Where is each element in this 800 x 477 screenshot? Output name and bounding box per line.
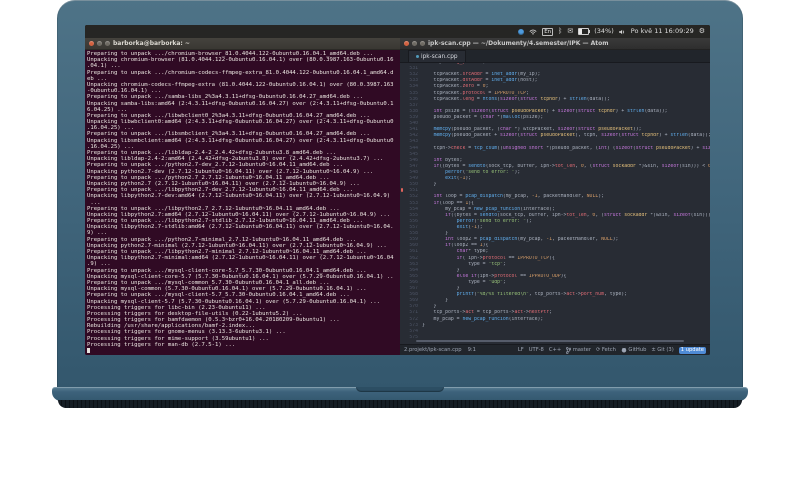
terminal-titlebar[interactable]: barborka@barborka: ~ — [85, 38, 400, 50]
panel-clock[interactable]: Po kvě 11 16:09:29 — [631, 25, 694, 38]
status-bar: 2.projekt/ipk-scan.cpp 9:1 LF UTF-8 C++ — [400, 344, 710, 355]
terminal-line: Unpacking python2.7-dev (2.7.12-1ubuntu0… — [87, 168, 374, 175]
terminal-line: Unpacking samba-libs:amd64 (2:4.3.11+dfs… — [87, 100, 394, 107]
volume-icon[interactable] — [618, 29, 626, 35]
sync-icon: ⟳ — [595, 347, 601, 353]
cpp-file-icon — [416, 55, 419, 58]
status-file-path[interactable]: 2.projekt/ipk-scan.cpp — [404, 347, 462, 353]
close-button[interactable] — [404, 41, 409, 46]
session-gear-icon[interactable]: ⚙ — [699, 25, 705, 38]
status-git-changes[interactable]: ± Git (3) — [651, 347, 673, 353]
laptop-base-notch — [356, 387, 444, 392]
status-github[interactable]: GitHub — [621, 347, 646, 353]
status-encoding[interactable]: UTF-8 — [529, 347, 544, 353]
terminal-title: barborka@barborka: ~ — [113, 40, 190, 47]
laptop-mockup: En ᛒ ✉ (34%) Po kvě 11 16:09:29 ⚙ barbor… — [0, 0, 800, 477]
bluetooth-icon[interactable]: ᛒ — [558, 25, 562, 38]
code-lines: 530 tcph->urg_ptr = 0;531532 tcpPacket.s… — [400, 63, 710, 341]
status-fetch[interactable]: ⟳ Fetch — [596, 347, 616, 353]
terminal-output[interactable]: Preparing to unpack .../chromium-browser… — [85, 50, 400, 355]
status-cursor-position[interactable]: 9:1 — [468, 347, 476, 353]
terminal-cursor — [87, 348, 90, 353]
terminal-line: Unpacking libpython2.7-stdlib:amd64 (2.7… — [87, 224, 394, 231]
terminal-line: Preparing to unpack .../chromium-codecs-… — [87, 69, 394, 76]
terminal-line: Unpacking libpython2.7-dev:amd64 (2.7.12… — [87, 193, 391, 200]
git-diff-marker — [401, 188, 403, 192]
horizontal-scrollbar[interactable] — [416, 340, 684, 342]
laptop-screen: En ᛒ ✉ (34%) Po kvě 11 16:09:29 ⚙ barbor… — [85, 25, 710, 355]
keyboard-layout-indicator[interactable]: En — [542, 27, 554, 36]
code-editor[interactable]: 530 tcph->urg_ptr = 0;531532 tcpPacket.s… — [400, 63, 710, 344]
terminal-line: Preparing to unpack .../mysql-client-cor… — [87, 267, 367, 274]
atom-window: ipk-scan.cpp — ~/Dokumenty/4.semester/IP… — [400, 38, 710, 355]
tab-label: ipk-scan.cpp — [421, 53, 458, 60]
tab-ipk-scan[interactable]: ipk-scan.cpp — [408, 50, 466, 62]
diff-icon: ± — [651, 347, 656, 353]
battery-percent: (34%) — [594, 27, 614, 35]
maximize-button[interactable] — [420, 41, 425, 46]
minimize-button[interactable] — [97, 41, 102, 46]
terminal-line: Preparing to unpack .../samba-libs_2%3a4… — [87, 94, 364, 101]
battery-icon[interactable] — [578, 28, 591, 35]
status-language[interactable]: C++ — [549, 347, 561, 353]
close-button[interactable] — [89, 41, 94, 46]
branch-icon — [566, 346, 572, 354]
mail-icon[interactable]: ✉ — [567, 25, 573, 38]
laptop-bottom-edge — [58, 400, 742, 408]
minimize-button[interactable] — [412, 41, 417, 46]
app-indicator-icon[interactable] — [518, 28, 525, 35]
terminal-line: Unpacking chromium-browser (81.0.4044.12… — [87, 57, 394, 64]
wifi-icon[interactable] — [529, 29, 537, 35]
terminal-prompt-line — [87, 348, 400, 354]
terminal-window: barborka@barborka: ~ Preparing to unpack… — [85, 38, 400, 355]
maximize-button[interactable] — [105, 41, 110, 46]
terminal-line: Unpacking libsmbclient:amd64 (2:4.3.11+d… — [87, 137, 394, 144]
atom-title: ipk-scan.cpp — ~/Dokumenty/4.semester/IP… — [428, 40, 609, 47]
terminal-line: Preparing to unpack .../libsmbclient_2%3… — [87, 131, 370, 138]
terminal-line: Preparing to unpack .../python2.7-minima… — [87, 236, 357, 243]
status-git-branch[interactable]: master — [566, 346, 591, 354]
update-badge[interactable]: 1 update — [678, 346, 706, 354]
atom-titlebar[interactable]: ipk-scan.cpp — ~/Dokumenty/4.semester/IP… — [400, 38, 710, 50]
status-line-ending[interactable]: LF — [518, 347, 524, 353]
terminal-line: Unpacking mysql-client-5.7 (5.7.30-0ubun… — [87, 298, 380, 305]
ubuntu-top-panel: En ᛒ ✉ (34%) Po kvě 11 16:09:29 ⚙ — [85, 25, 710, 38]
github-octocat-icon — [621, 347, 627, 353]
tab-bar: ipk-scan.cpp — [400, 50, 710, 63]
terminal-line: Unpacking libpython2.7-minimal:amd64 (2.… — [87, 255, 394, 262]
